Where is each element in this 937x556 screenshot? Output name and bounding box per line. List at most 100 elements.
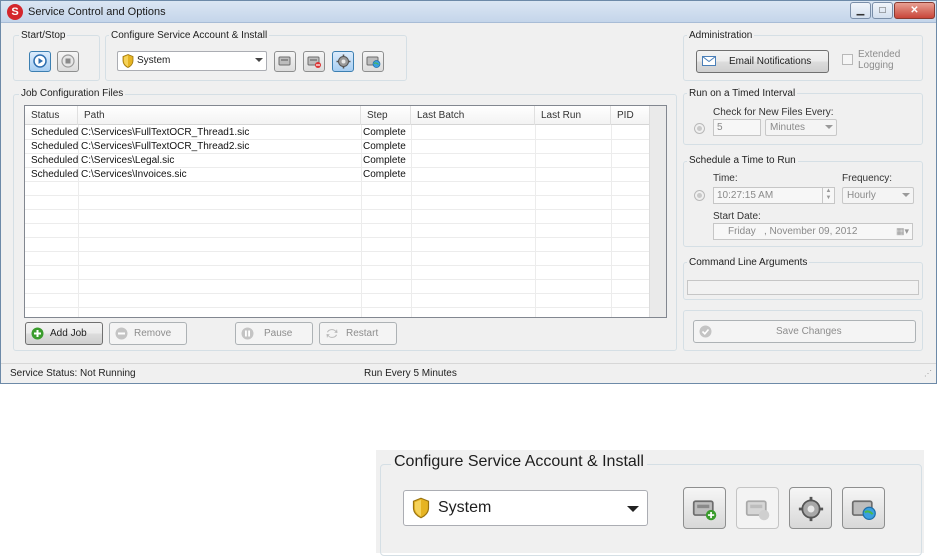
time-label: Time: bbox=[713, 173, 738, 184]
schedule-radio[interactable] bbox=[694, 190, 705, 201]
cell-path: C:\Services\FullTextOCR_Thread1.sic bbox=[81, 127, 250, 138]
table-row[interactable]: Scheduled C:\Services\FullTextOCR_Thread… bbox=[25, 126, 666, 140]
column-pid[interactable]: PID bbox=[611, 106, 651, 125]
add-job-label: Add Job bbox=[50, 328, 87, 339]
table-row[interactable]: Scheduled C:\Services\FullTextOCR_Thread… bbox=[25, 140, 666, 154]
uninstall-service-button[interactable] bbox=[303, 51, 325, 72]
start-stop-label: Start/Stop bbox=[19, 30, 68, 41]
email-notifications-button[interactable]: Email Notifications bbox=[696, 50, 829, 73]
shield-icon bbox=[122, 54, 134, 68]
zoom-service-settings-button[interactable] bbox=[789, 487, 832, 529]
interval-unit-select[interactable]: Minutes bbox=[765, 119, 837, 136]
pause-job-button[interactable]: Pause bbox=[235, 322, 313, 345]
chevron-down-icon bbox=[825, 125, 833, 129]
service-settings-button[interactable] bbox=[332, 51, 354, 72]
zoom-install-service-button[interactable] bbox=[683, 487, 726, 529]
add-job-button[interactable]: Add Job bbox=[25, 322, 103, 345]
time-value: 10:27:15 AM bbox=[717, 190, 774, 201]
cell-path: C:\Services\Legal.sic bbox=[81, 155, 175, 166]
service-control-window: S Service Control and Options ▁ □ ✕ Star… bbox=[0, 0, 937, 384]
empty-row bbox=[25, 266, 666, 280]
zoomed-configure-detail: Configure Service Account & Install Syst… bbox=[376, 450, 924, 556]
column-path[interactable]: Path bbox=[78, 106, 361, 125]
zoom-configure-label: Configure Service Account & Install bbox=[391, 453, 647, 471]
empty-row bbox=[25, 196, 666, 210]
empty-row bbox=[25, 224, 666, 238]
zoom-service-globe-button[interactable] bbox=[842, 487, 885, 529]
shield-icon bbox=[412, 497, 430, 519]
play-icon bbox=[33, 54, 47, 68]
install-service-icon bbox=[692, 500, 717, 521]
command-line-input[interactable] bbox=[687, 280, 919, 295]
stop-service-button[interactable] bbox=[57, 51, 79, 72]
add-icon bbox=[31, 327, 44, 340]
service-status-text: Service Status: Not Running bbox=[10, 368, 136, 379]
service-account-value: System bbox=[137, 55, 171, 66]
close-button[interactable]: ✕ bbox=[894, 2, 935, 19]
remove-job-button[interactable]: Remove bbox=[109, 322, 187, 345]
pause-icon bbox=[241, 327, 254, 340]
vertical-scrollbar[interactable] bbox=[649, 106, 666, 317]
table-row[interactable]: Scheduled C:\Services\Legal.sic Complete bbox=[25, 154, 666, 168]
start-service-button[interactable] bbox=[29, 51, 51, 72]
run-every-text: Run Every 5 Minutes bbox=[364, 368, 457, 379]
service-globe-button[interactable] bbox=[362, 51, 384, 72]
calendar-icon[interactable]: ▦▾ bbox=[896, 226, 909, 237]
empty-row bbox=[25, 252, 666, 266]
resize-grip-icon[interactable]: ⋰ bbox=[924, 369, 932, 378]
cell-status: Scheduled bbox=[31, 141, 79, 152]
uninstall-service-icon bbox=[745, 500, 770, 521]
extended-logging-label: Extended Logging bbox=[858, 49, 901, 71]
start-date-picker[interactable]: Friday , November 09, 2012 ▦▾ bbox=[713, 223, 913, 240]
column-last-batch[interactable]: Last Batch bbox=[411, 106, 535, 125]
administration-label: Administration bbox=[687, 30, 755, 41]
cell-step: Complete bbox=[363, 141, 406, 152]
install-service-button[interactable] bbox=[274, 51, 296, 72]
start-date-day: Friday bbox=[728, 226, 756, 237]
empty-row bbox=[25, 280, 666, 294]
empty-row bbox=[25, 238, 666, 252]
maximize-button[interactable]: □ bbox=[872, 2, 893, 19]
restart-job-label: Restart bbox=[346, 328, 379, 339]
frequency-select[interactable]: Hourly bbox=[842, 187, 914, 204]
cell-path: C:\Services\FullTextOCR_Thread2.sic bbox=[81, 141, 250, 152]
check-files-label: Check for New Files Every: bbox=[713, 107, 834, 118]
interval-value-input[interactable]: 5 bbox=[713, 119, 761, 136]
cell-status: Scheduled bbox=[31, 169, 79, 180]
zoom-uninstall-service-button[interactable] bbox=[736, 487, 779, 529]
minimize-button[interactable]: ▁ bbox=[850, 2, 871, 19]
extended-logging-checkbox[interactable] bbox=[842, 54, 853, 65]
table-row[interactable]: Scheduled C:\Services\Invoices.sic Compl… bbox=[25, 168, 666, 182]
interval-unit-value: Minutes bbox=[770, 122, 806, 133]
column-status[interactable]: Status bbox=[25, 106, 78, 125]
time-spinner[interactable]: ▲ ▼ bbox=[822, 188, 834, 203]
job-list[interactable]: Status Path Step Last Batch Last Run PID… bbox=[24, 105, 667, 318]
empty-row bbox=[25, 210, 666, 224]
title-bar[interactable]: S Service Control and Options ▁ □ ✕ bbox=[1, 1, 936, 23]
settings-gear-icon bbox=[336, 54, 351, 69]
app-logo-icon: S bbox=[7, 4, 23, 20]
command-line-label: Command Line Arguments bbox=[687, 257, 810, 268]
save-changes-button[interactable]: Save Changes bbox=[693, 320, 916, 343]
restart-job-button[interactable]: Restart bbox=[319, 322, 397, 345]
zoom-service-account-select[interactable]: System bbox=[403, 490, 648, 526]
save-changes-label: Save Changes bbox=[776, 326, 842, 337]
empty-row bbox=[25, 182, 666, 196]
time-input[interactable]: 10:27:15 AM ▲ ▼ bbox=[713, 187, 835, 204]
check-icon bbox=[699, 325, 712, 338]
timed-interval-radio[interactable] bbox=[694, 123, 705, 134]
cell-status: Scheduled bbox=[31, 127, 79, 138]
cell-step: Complete bbox=[363, 155, 406, 166]
pause-job-label: Pause bbox=[264, 328, 293, 339]
envelope-icon bbox=[702, 56, 716, 66]
job-list-header: Status Path Step Last Batch Last Run PID bbox=[25, 106, 666, 125]
service-account-select[interactable]: System bbox=[117, 51, 267, 71]
column-last-run[interactable]: Last Run bbox=[535, 106, 611, 125]
schedule-label: Schedule a Time to Run bbox=[687, 155, 798, 166]
cell-status: Scheduled bbox=[31, 155, 79, 166]
service-globe-icon bbox=[851, 500, 876, 521]
remove-icon bbox=[115, 327, 128, 340]
configure-label: Configure Service Account & Install bbox=[109, 30, 270, 41]
column-step[interactable]: Step bbox=[361, 106, 411, 125]
restart-icon bbox=[326, 329, 338, 338]
